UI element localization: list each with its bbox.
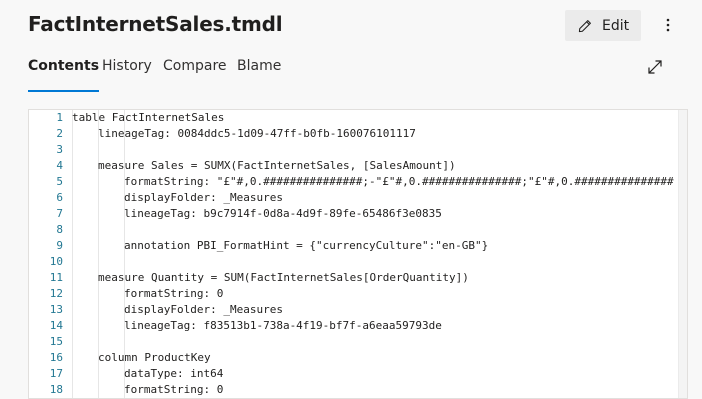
line-number: 18 — [49, 383, 63, 396]
line-number: 7 — [56, 207, 63, 220]
line-number: 15 — [49, 335, 63, 348]
more-vertical-icon — [666, 17, 670, 36]
more-options-button[interactable] — [658, 12, 678, 40]
edit-button[interactable]: Edit — [565, 10, 641, 41]
code-line: 17 dataType: int64 — [29, 366, 687, 382]
code-line: 9 annotation PBI_FormatHint = {"currencyC… — [29, 238, 687, 254]
code-line: 2 lineageTag: 0084ddc5-1d09-47ff-b0fb-160… — [29, 126, 687, 142]
pencil-icon — [578, 19, 592, 33]
code-text: displayFolder: _Measures — [124, 303, 283, 316]
code-text: lineageTag: f83513b1-738a-4f19-bf7f-a6ea… — [124, 319, 442, 332]
code-text: formatString: 0 — [124, 287, 224, 300]
code-line: 11 measure Quantity = SUM(FactInternetSal… — [29, 270, 687, 286]
tab-blame[interactable]: Blame — [237, 58, 281, 92]
line-number: 4 — [56, 159, 63, 172]
code-line: 14 lineageTag: f83513b1-738a-4f19-bf7f-a6… — [29, 318, 687, 334]
line-number: 2 — [56, 127, 63, 140]
code-line: 5 formatString: "£"#,0.###############;-"… — [29, 174, 687, 190]
line-number: 17 — [49, 367, 63, 380]
code-text: lineageTag: b9c7914f-0d8a-4d9f-89fe-6548… — [124, 207, 442, 220]
vertical-scrollbar[interactable] — [678, 110, 687, 398]
line-number: 10 — [49, 255, 63, 268]
code-line: 3 — [29, 142, 687, 158]
code-line: 4 measure Sales = SUMX(FactInternetSales,… — [29, 158, 687, 174]
code-line: 6 displayFolder: _Measures — [29, 190, 687, 206]
code-text: dataType: int64 — [124, 367, 224, 380]
page-title: FactInternetSales.tmdl — [28, 12, 283, 36]
code-line: 12 formatString: 0 — [29, 286, 687, 302]
line-number: 11 — [49, 271, 63, 284]
code-line: 16 column ProductKey — [29, 350, 687, 366]
code-line: 7 lineageTag: b9c7914f-0d8a-4d9f-89fe-654… — [29, 206, 687, 222]
line-number: 3 — [56, 143, 63, 156]
edit-button-label: Edit — [602, 17, 630, 34]
expand-diagonal-icon — [647, 60, 663, 79]
code-text: column ProductKey — [98, 351, 211, 364]
code-line: 18 formatString: 0 — [29, 382, 687, 398]
tab-history[interactable]: History — [102, 58, 152, 92]
line-number: 16 — [49, 351, 63, 364]
code-text: lineageTag: 0084ddc5-1d09-47ff-b0fb-1600… — [98, 127, 416, 140]
tab-compare[interactable]: Compare — [163, 58, 227, 92]
line-number: 9 — [56, 239, 63, 252]
code-line: 1 table FactInternetSales — [29, 110, 687, 126]
expand-button[interactable] — [647, 59, 665, 77]
line-number: 14 — [49, 319, 63, 332]
code-text: displayFolder: _Measures — [124, 191, 283, 204]
code-line: 13 displayFolder: _Measures — [29, 302, 687, 318]
tab-contents[interactable]: Contents — [28, 58, 100, 92]
code-viewer[interactable]: 1 table FactInternetSales 2 lineageTag: 008… — [28, 109, 688, 399]
code-line: 8 — [29, 222, 687, 238]
code-line: 10 — [29, 254, 687, 270]
line-number: 8 — [56, 223, 63, 236]
code-text: measure Sales = SUMX(FactInternetSales, … — [98, 159, 456, 172]
code-line: 15 — [29, 334, 687, 350]
line-number: 13 — [49, 303, 63, 316]
code-text: annotation PBI_FormatHint = {"currencyCu… — [124, 239, 489, 252]
line-number: 12 — [49, 287, 63, 300]
code-text: measure Quantity = SUM(FactInternetSales… — [98, 271, 469, 284]
code-text: formatString: 0 — [124, 383, 224, 396]
line-number: 5 — [56, 175, 63, 188]
code-text: formatString: "£"#,0.###############;-"£… — [124, 175, 674, 188]
line-number: 6 — [56, 191, 63, 204]
line-number: 1 — [56, 111, 63, 124]
code-text: table FactInternetSales — [72, 111, 225, 124]
